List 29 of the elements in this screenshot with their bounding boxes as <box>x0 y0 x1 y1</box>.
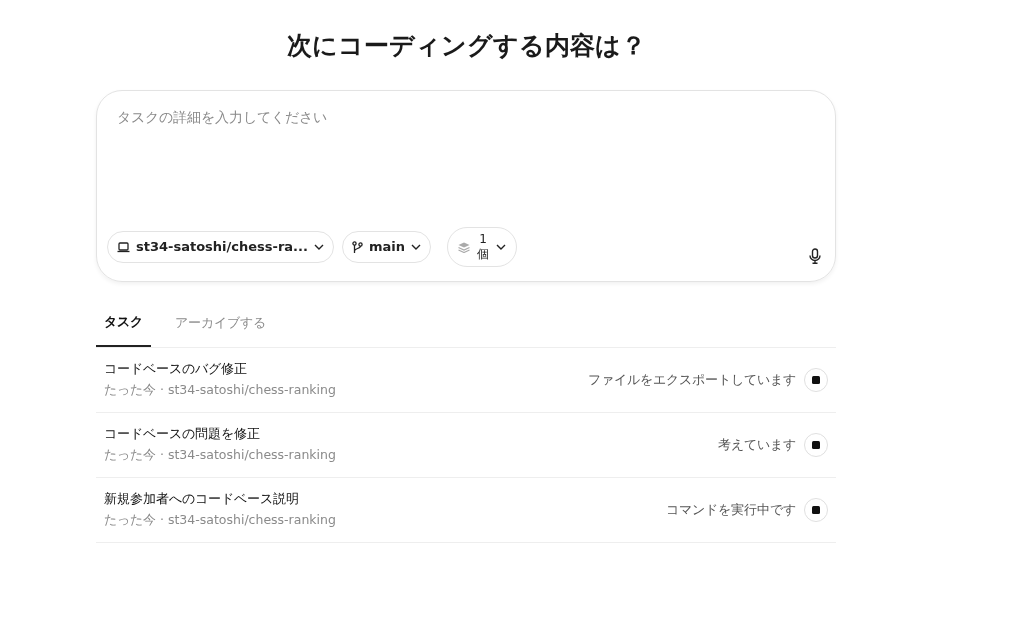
stop-button[interactable] <box>804 497 828 522</box>
laptop-icon <box>117 241 130 253</box>
task-title[interactable]: コードベースの問題を修正 <box>104 423 718 444</box>
task-title[interactable]: コードベースのバグ修正 <box>104 358 588 379</box>
microphone-icon <box>809 247 821 264</box>
stop-button[interactable] <box>804 432 828 457</box>
chevron-down-icon <box>411 244 421 250</box>
task-composer[interactable]: タスクの詳細を入力してください st34-satoshi/chess-ra... main 1 個 <box>96 90 836 282</box>
task-title[interactable]: 新規参加者へのコードベース説明 <box>104 488 666 509</box>
repository-selector[interactable]: st34-satoshi/chess-ra... <box>107 231 334 263</box>
version-count-selector[interactable]: 1 個 <box>447 227 518 267</box>
task-meta: たった今 · st34-satoshi/chess-ranking <box>104 446 337 465</box>
chevron-down-icon <box>496 244 507 250</box>
task-status: ファイルをエクスポートしています <box>588 370 796 389</box>
task-status: 考えています <box>718 435 796 454</box>
task-meta: たった今 · st34-satoshi/chess-ranking <box>104 511 337 530</box>
task-meta: たった今 · st34-satoshi/chess-ranking <box>104 381 337 400</box>
page-heading: 次にコーディングする内容は？ <box>285 30 647 62</box>
stack-icon <box>458 241 470 253</box>
stop-icon <box>812 505 820 514</box>
stop-icon <box>812 375 820 384</box>
tab[interactable]: タスク <box>96 298 151 347</box>
branch-selector[interactable]: main <box>341 231 431 263</box>
branch-icon <box>351 240 363 254</box>
stop-button[interactable] <box>804 367 828 392</box>
tab[interactable]: アーカイブする <box>167 298 274 347</box>
stop-icon <box>812 440 820 449</box>
task-status: コマンドを実行中です <box>666 500 796 519</box>
chevron-down-icon <box>313 244 324 250</box>
